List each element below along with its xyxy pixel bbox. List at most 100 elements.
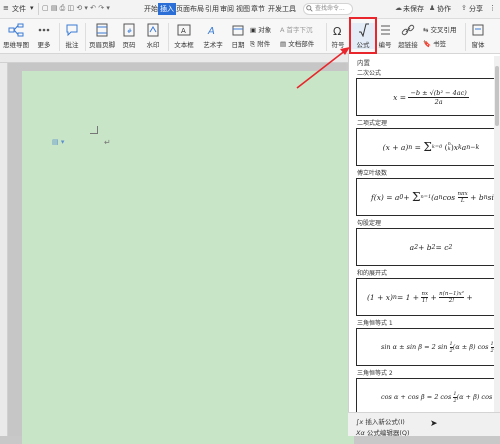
header-footer-icon xyxy=(96,23,108,37)
formula-item-binomial[interactable]: (x + a) n = Σk=0 (n k) x k a n−k xyxy=(356,128,500,166)
formula-expression: (x + a) n = Σk=0 (n k) x k a n−k xyxy=(382,140,480,154)
crossref-label: 交叉引用 xyxy=(430,26,457,34)
svg-text:Ω: Ω xyxy=(333,25,341,37)
quick-access-icons[interactable]: ▢ ▤ ⎙ ◫ ⟲ ▾ ↶ ↷ ▾ xyxy=(42,4,110,13)
bookmark-button[interactable]: 🔖 书签 xyxy=(423,38,446,48)
ribbon-insert: 思维导图 更多 批注 页眉页脚 # 页码 水印 A 文本框 A 艺术字 日期 ▣… xyxy=(0,19,500,54)
hyperlink-button[interactable]: 超链接 xyxy=(396,23,420,49)
formula-item-trig-identity-1[interactable]: sin α ± sin β = 2 sin 12(α ± β) cos 12(α xyxy=(356,328,500,366)
hamburger-icon[interactable]: ≡ xyxy=(3,4,9,12)
formula-item-trig-identity-2[interactable]: cos α + cos β = 2 cos 12(α + β) cos 12(α xyxy=(356,378,500,416)
collab-icon: ♟ xyxy=(429,4,436,12)
svg-text:A: A xyxy=(181,27,186,35)
formula-item-quadratic[interactable]: x = −b ± √(b² − 4ac) 2a xyxy=(356,78,500,116)
margin-corner-mark xyxy=(90,126,98,134)
divider xyxy=(465,23,466,51)
document-area: ▤ ▾ ↵ xyxy=(8,63,354,444)
divider xyxy=(38,3,39,15)
document-page[interactable]: ▤ ▾ ↵ xyxy=(22,71,354,444)
header-footer-label: 页眉页脚 xyxy=(89,41,115,49)
formula-item-sum-expansion[interactable]: (1 + x) n = 1 + nx 1! + n(n−1)x² 2! + xyxy=(356,278,500,316)
tab-view[interactable]: 视图 xyxy=(236,4,250,14)
more-icon[interactable]: ⋮ xyxy=(489,4,496,12)
insert-new-formula-label: 插入新公式(I) xyxy=(365,418,405,426)
share-icon: ⇪ xyxy=(461,4,467,12)
symbol-label: 符号 xyxy=(331,41,345,49)
unsaved-status[interactable]: 未保存 xyxy=(403,4,424,14)
textbox-label: 文本框 xyxy=(174,41,194,49)
object-icon: ▣ xyxy=(250,26,259,34)
watermark-button[interactable]: 水印 xyxy=(142,23,164,49)
attachment-button[interactable]: ⎘ 附件 xyxy=(250,38,270,49)
formula-item-label: 三角恒等式 2 xyxy=(357,370,393,377)
wordart-button[interactable]: A 艺术字 xyxy=(200,23,226,49)
numbering-button[interactable]: 编号 xyxy=(377,23,393,49)
formula-item-label: 三角恒等式 1 xyxy=(357,320,393,327)
formula-item-pythagorean[interactable]: a2 + b2 = c2 xyxy=(356,228,500,266)
crossref-button[interactable]: ⇆ 交叉引用 xyxy=(423,24,457,34)
formula-item-label: 二项式定理 xyxy=(357,120,388,127)
more-button[interactable]: 更多 xyxy=(33,23,55,49)
numbering-label: 编号 xyxy=(378,41,392,49)
page-number-button[interactable]: # 页码 xyxy=(118,23,140,49)
tab-page-layout[interactable]: 页面布局 xyxy=(176,4,204,14)
chevron-down-icon[interactable]: ▾ xyxy=(30,4,34,12)
tab-chapter[interactable]: 章节 xyxy=(251,4,265,14)
mindmap-button[interactable]: 思维导图 xyxy=(3,23,29,49)
doc-parts-label: 文档部件 xyxy=(288,40,315,48)
formula-gallery: 内置 二次公式 x = −b ± √(b² − 4ac) 2a 二项式定理 (x… xyxy=(348,54,500,436)
hyperlink-label: 超链接 xyxy=(398,41,418,49)
attachment-label: 附件 xyxy=(257,40,271,48)
collab-button[interactable]: 协作 xyxy=(437,4,451,14)
tab-developer[interactable]: 开发工具 xyxy=(268,4,296,14)
file-menu[interactable]: 文件 xyxy=(12,4,26,14)
share-button[interactable]: 分享 xyxy=(469,4,483,14)
search-input[interactable]: 查找命令... xyxy=(303,3,353,15)
insert-new-formula-button[interactable]: ∫x 插入新公式(I) xyxy=(356,416,405,426)
formula-expression: sin α ± sin β = 2 sin 12(α ± β) cos 12(α xyxy=(381,340,500,354)
mindmap-icon xyxy=(8,23,24,37)
comment-button[interactable]: 批注 xyxy=(63,23,81,49)
gallery-scrollbar-thumb[interactable] xyxy=(495,66,499,126)
watermark-label: 水印 xyxy=(146,41,160,49)
formula-item-fourier[interactable]: f(x) = a0 + Σn=1(an cos nπxL + bn sin xyxy=(356,178,500,216)
tab-home[interactable]: 开始 xyxy=(144,4,158,14)
symbol-button[interactable]: Ω 符号 xyxy=(329,23,347,49)
doc-parts-button[interactable]: ▤ 文档部件 xyxy=(280,38,314,48)
tab-references[interactable]: 引用 xyxy=(205,4,219,14)
svg-text:A: A xyxy=(207,26,215,37)
header-footer-button[interactable]: 页眉页脚 xyxy=(88,23,116,49)
object-button[interactable]: ▣ 对象 xyxy=(250,24,271,34)
date-label: 日期 xyxy=(231,41,245,49)
paste-options-icon[interactable]: ▤ ▾ xyxy=(52,138,64,146)
formula-expression: x = −b ± √(b² − 4ac) 2a xyxy=(393,88,469,106)
doc-parts-icon: ▤ xyxy=(280,40,289,48)
page-number-icon: # xyxy=(123,23,135,37)
wordart-icon: A xyxy=(207,26,215,37)
paragraph-mark-icon: ↵ xyxy=(104,138,111,147)
mouse-cursor-icon: ➤ xyxy=(430,419,438,429)
menu-bar: ≡ 文件 ▾ ▢ ▤ ⎙ ◫ ⟲ ▾ ↶ ↷ ▾ 开始 插入 页面布局 引用 审… xyxy=(0,0,500,19)
formula-item-label: 二次公式 xyxy=(357,70,382,77)
drop-cap-button[interactable]: A 首字下沉 xyxy=(280,24,313,34)
textbox-icon: A xyxy=(177,24,191,36)
formula-expression: a2 + b2 = c2 xyxy=(409,242,453,252)
tab-insert[interactable]: 插入 xyxy=(158,3,176,15)
textbox-button[interactable]: A 文本框 xyxy=(171,23,197,49)
formula-item-label: 和的展开式 xyxy=(357,270,388,277)
date-button[interactable]: 日期 xyxy=(229,23,247,49)
calendar-icon xyxy=(232,25,244,36)
vertical-ruler[interactable] xyxy=(0,63,8,436)
drop-cap-label: 首字下沉 xyxy=(286,26,313,34)
comment-icon xyxy=(66,24,78,37)
form-icon xyxy=(472,24,484,36)
watermark-icon xyxy=(147,23,159,37)
form-button[interactable]: 窗体 xyxy=(468,23,488,49)
form-label: 窗体 xyxy=(471,41,485,49)
formula-item-label: 勾股定理 xyxy=(357,220,382,227)
page-number-label: 页码 xyxy=(122,41,136,49)
formula-expression: f(x) = a0 + Σn=1(an cos nπxL + bn sin xyxy=(371,190,499,204)
gallery-header: 内置 xyxy=(357,59,370,67)
object-label: 对象 xyxy=(258,26,272,34)
tab-review[interactable]: 审阅 xyxy=(220,4,234,14)
